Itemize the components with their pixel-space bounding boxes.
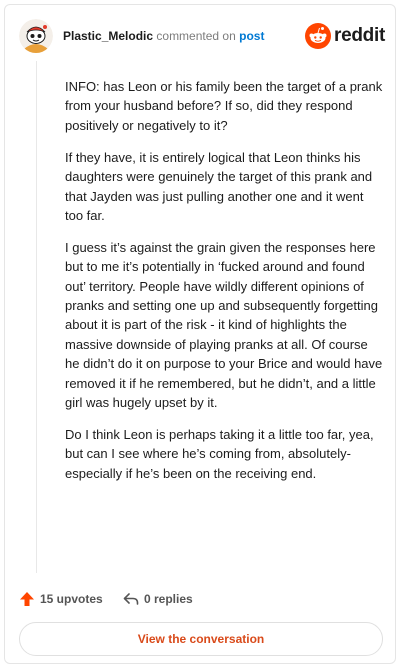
reply-count: 0 replies — [144, 592, 193, 606]
user-avatar[interactable] — [19, 19, 53, 53]
comment-paragraph: INFO: has Leon or his family been the ta… — [65, 79, 383, 133]
snoo-avatar-icon — [19, 19, 53, 53]
reddit-logo[interactable]: reddit — [305, 22, 385, 50]
comment-header: Plastic_Melodic commented on post reddit — [19, 19, 385, 55]
comment-body: INFO: has Leon or his family been the ta… — [65, 77, 383, 496]
comment-meta: Plastic_Melodic commented on post — [63, 29, 264, 43]
reddit-logo-icon — [305, 23, 331, 49]
comment-paragraph: If they have, it is entirely logical tha… — [65, 149, 373, 223]
post-link[interactable]: post — [239, 29, 264, 43]
view-conversation-button[interactable]: View the conversation — [19, 622, 383, 656]
comment-paragraph: Do I think Leon is perhaps taking it a l… — [65, 427, 374, 481]
action-text: commented on — [156, 29, 236, 43]
comment-paragraph: I guess it’s against the grain given the… — [65, 239, 383, 411]
upvote-arrow-icon — [20, 592, 34, 606]
upvote-count: 15 upvotes — [40, 592, 103, 606]
reddit-wordmark: reddit — [334, 25, 385, 46]
reply-button[interactable]: 0 replies — [123, 589, 193, 609]
embedded-comment-card: Plastic_Melodic commented on post reddit… — [4, 4, 396, 664]
username-link[interactable]: Plastic_Melodic — [63, 29, 153, 43]
upvote-button[interactable]: 15 upvotes — [19, 589, 103, 609]
reply-arrow-icon — [123, 593, 139, 605]
comment-footer: 15 upvotes 0 replies — [19, 589, 381, 609]
thread-line — [36, 61, 37, 573]
